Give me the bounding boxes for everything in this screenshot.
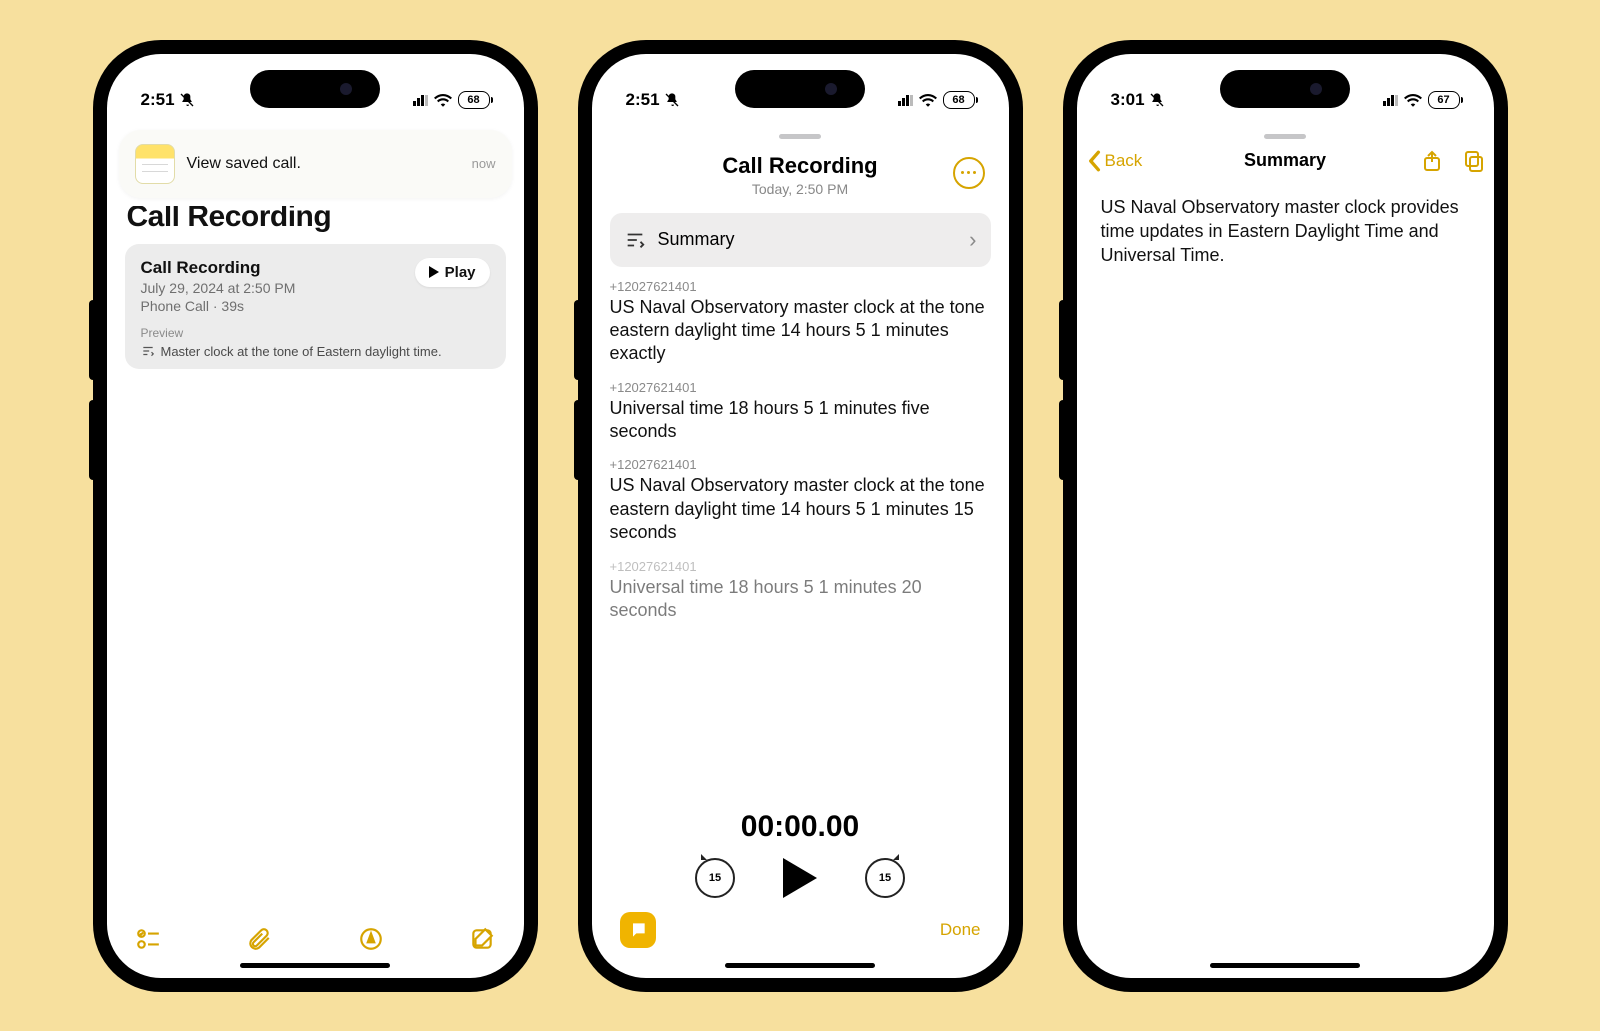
silent-mode-icon (664, 92, 680, 108)
status-time: 2:51 (626, 90, 660, 110)
play-icon (429, 266, 439, 278)
summary-label: Summary (658, 229, 735, 250)
transcript-block: +12027621401 US Naval Observatory master … (610, 279, 991, 366)
compose-icon[interactable] (469, 926, 495, 952)
home-indicator[interactable] (1210, 963, 1360, 968)
transcript-scroll[interactable]: +12027621401 US Naval Observatory master … (610, 279, 991, 794)
cellular-signal-icon (1383, 94, 1398, 106)
page-title: Summary (1244, 150, 1326, 171)
back-label: Back (1105, 151, 1143, 171)
dynamic-island (1220, 70, 1350, 108)
preview-label: Preview (141, 326, 490, 340)
battery-indicator: 67 (1428, 91, 1460, 109)
rewind-15-button[interactable]: 15 (695, 858, 735, 898)
transcript-number: +12027621401 (610, 380, 991, 395)
card-date: July 29, 2024 at 2:50 PM (141, 280, 296, 296)
phone-2-frame: 2:51 68 Call Recording Today, 2:50 PM Su… (578, 40, 1023, 992)
wifi-icon (434, 93, 452, 107)
nav-bar: Back Summary (1077, 143, 1494, 181)
phone-1-screen: 2:51 68 View saved call. now Call Record… (107, 54, 524, 978)
cellular-signal-icon (898, 94, 913, 106)
notification-banner[interactable]: View saved call. now (119, 130, 512, 198)
transcript-text: Universal time 18 hours 5 1 minutes five… (610, 397, 991, 444)
playback-controls: 15 15 (610, 858, 991, 898)
summary-icon (141, 344, 155, 358)
forward-15-button[interactable]: 15 (865, 858, 905, 898)
transcript-text: Universal time 18 hours 5 1 minutes 20 s… (610, 576, 991, 623)
back-button[interactable]: Back (1085, 150, 1143, 172)
preview-text: Master clock at the tone of Eastern dayl… (161, 344, 442, 359)
transcript-text: US Naval Observatory master clock at the… (610, 474, 991, 544)
dynamic-island (250, 70, 380, 108)
preview-summary: Master clock at the tone of Eastern dayl… (141, 344, 490, 359)
bottom-toolbar (107, 926, 524, 978)
sheet-grabber[interactable] (779, 134, 821, 139)
transcript-block: +12027621401 Universal time 18 hours 5 1 … (610, 380, 991, 444)
playback-timecode: 00:00.00 (610, 810, 991, 844)
dynamic-island (735, 70, 865, 108)
summary-body-text: US Naval Observatory master clock provid… (1077, 181, 1494, 268)
phone-2-screen: 2:51 68 Call Recording Today, 2:50 PM Su… (592, 54, 1009, 978)
notification-title: View saved call. (187, 155, 460, 173)
transcript-number: +12027621401 (610, 559, 991, 574)
home-indicator[interactable] (725, 963, 875, 968)
notes-app-icon (135, 144, 175, 184)
checklist-icon[interactable] (135, 926, 161, 952)
phone-1-frame: 2:51 68 View saved call. now Call Record… (93, 40, 538, 992)
page-title: Call Recording (127, 206, 506, 234)
play-button[interactable]: Play (415, 258, 490, 287)
wifi-icon (1404, 93, 1422, 107)
chevron-left-icon (1085, 150, 1103, 172)
silent-mode-icon (1149, 92, 1165, 108)
home-indicator[interactable] (240, 963, 390, 968)
phone-3-frame: 3:01 67 Back Summary US Naval Observator… (1063, 40, 1508, 992)
chevron-right-icon: › (969, 227, 976, 253)
recording-subtitle: Today, 2:50 PM (610, 181, 991, 197)
sheet-grabber[interactable] (1264, 134, 1306, 139)
transcript-block: +12027621401 Universal time 18 hours 5 1 … (610, 559, 991, 623)
cellular-signal-icon (413, 94, 428, 106)
card-title: Call Recording (141, 258, 296, 278)
battery-indicator: 68 (943, 91, 975, 109)
share-icon[interactable] (1420, 149, 1444, 173)
quote-button[interactable] (620, 912, 656, 948)
summary-icon (624, 229, 646, 251)
play-label: Play (445, 264, 476, 281)
status-time: 3:01 (1111, 90, 1145, 110)
transcript-text: US Naval Observatory master clock at the… (610, 296, 991, 366)
phone-3-screen: 3:01 67 Back Summary US Naval Observator… (1077, 54, 1494, 978)
more-options-button[interactable] (953, 157, 985, 189)
wifi-icon (919, 93, 937, 107)
call-recording-card[interactable]: Call Recording July 29, 2024 at 2:50 PM … (125, 244, 506, 369)
sheet-header: Call Recording Today, 2:50 PM (610, 147, 991, 197)
attachment-icon[interactable] (246, 926, 272, 952)
battery-indicator: 68 (458, 91, 490, 109)
transcript-block: +12027621401 US Naval Observatory master … (610, 457, 991, 544)
summary-row[interactable]: Summary › (610, 213, 991, 267)
quote-icon (628, 920, 648, 940)
card-duration: Phone Call · 39s (141, 298, 296, 314)
silent-mode-icon (179, 92, 195, 108)
transcript-number: +12027621401 (610, 457, 991, 472)
copy-icon[interactable] (1462, 149, 1486, 173)
transcript-number: +12027621401 (610, 279, 991, 294)
done-button[interactable]: Done (940, 920, 981, 940)
notification-time: now (472, 156, 496, 171)
play-pause-button[interactable] (783, 858, 817, 898)
status-time: 2:51 (141, 90, 175, 110)
markup-icon[interactable] (358, 926, 384, 952)
recording-title: Call Recording (610, 153, 991, 179)
